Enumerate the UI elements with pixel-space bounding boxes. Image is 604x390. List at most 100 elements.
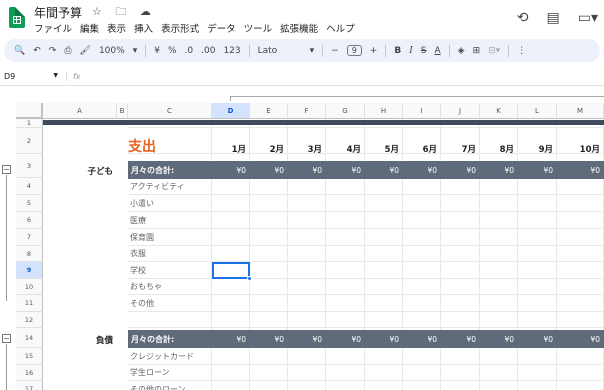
- menu-view[interactable]: 表示: [107, 21, 126, 35]
- grid-cell[interactable]: [480, 212, 518, 229]
- grid-cell[interactable]: [441, 178, 480, 195]
- grid-cell[interactable]: [250, 195, 288, 212]
- currency-format-button[interactable]: ¥: [154, 46, 160, 56]
- text-color-button[interactable]: A: [435, 46, 441, 56]
- redo-icon[interactable]: ↷: [49, 46, 57, 56]
- row-header-15[interactable]: 15: [16, 348, 43, 365]
- grid-cell[interactable]: [403, 348, 441, 365]
- grid-cell[interactable]: [441, 348, 480, 365]
- grid-cell[interactable]: [403, 365, 441, 381]
- grid-cell[interactable]: [403, 295, 441, 312]
- grid-cell[interactable]: [250, 279, 288, 295]
- grid-cell[interactable]: [365, 279, 403, 295]
- row-header-16[interactable]: 16: [16, 365, 43, 381]
- grid-cell[interactable]: [288, 246, 326, 262]
- paint-format-icon[interactable]: 🖌: [80, 46, 91, 56]
- grid-cell[interactable]: [250, 262, 288, 279]
- increase-font-size-button[interactable]: +: [370, 46, 378, 56]
- decrease-font-size-button[interactable]: −: [331, 46, 339, 56]
- history-icon[interactable]: ⟲: [517, 10, 529, 26]
- grid-cell[interactable]: [250, 212, 288, 229]
- grid-cell[interactable]: [518, 312, 557, 328]
- grid-cell[interactable]: [288, 295, 326, 312]
- grid-cell[interactable]: [403, 195, 441, 212]
- row-header-11[interactable]: 11: [16, 295, 43, 312]
- undo-icon[interactable]: ↶: [33, 46, 41, 56]
- decrease-decimal-button[interactable]: .0: [185, 46, 194, 56]
- column-header-e[interactable]: E: [250, 103, 288, 119]
- grid-cell[interactable]: [288, 212, 326, 229]
- menu-file[interactable]: ファイル: [34, 21, 72, 35]
- grid-cell[interactable]: [365, 246, 403, 262]
- grid-cell[interactable]: [326, 295, 365, 312]
- grid-cell[interactable]: [212, 279, 250, 295]
- grid-cell[interactable]: [403, 246, 441, 262]
- grid-cell[interactable]: [403, 229, 441, 246]
- column-header-b[interactable]: B: [117, 103, 128, 119]
- grid-cell[interactable]: [557, 178, 604, 195]
- grid-cell[interactable]: [212, 178, 250, 195]
- menu-edit[interactable]: 編集: [80, 21, 99, 35]
- menu-format[interactable]: 表示形式: [161, 21, 199, 35]
- grid-cell[interactable]: [441, 381, 480, 390]
- grid-cell[interactable]: [250, 312, 288, 328]
- grid-cell[interactable]: [326, 212, 365, 229]
- grid-cell[interactable]: [403, 212, 441, 229]
- fill-handle[interactable]: [247, 276, 252, 281]
- grid-cell[interactable]: [441, 195, 480, 212]
- grid-cell[interactable]: [441, 312, 480, 328]
- grid-cell[interactable]: [326, 279, 365, 295]
- grid-cell[interactable]: [557, 262, 604, 279]
- more-formats-button[interactable]: 123: [223, 46, 240, 56]
- comment-icon[interactable]: ▤: [547, 10, 560, 26]
- grid-cell[interactable]: [326, 178, 365, 195]
- grid-cell[interactable]: [365, 348, 403, 365]
- row-header-1[interactable]: 1: [16, 119, 43, 128]
- grid-cell[interactable]: [250, 348, 288, 365]
- column-header-c[interactable]: C: [128, 103, 212, 119]
- grid-cell[interactable]: [518, 262, 557, 279]
- row-header-9[interactable]: 9: [16, 262, 43, 279]
- grid-cell[interactable]: [365, 312, 403, 328]
- grid-cell[interactable]: [403, 262, 441, 279]
- more-options-icon[interactable]: ⋮: [517, 46, 526, 56]
- grid-cell[interactable]: [480, 381, 518, 390]
- grid-cell[interactable]: [557, 246, 604, 262]
- grid-cell[interactable]: [441, 246, 480, 262]
- column-header-a[interactable]: A: [43, 103, 117, 119]
- grid-cell[interactable]: [288, 195, 326, 212]
- grid-cell[interactable]: [518, 178, 557, 195]
- column-header-i[interactable]: I: [403, 103, 441, 119]
- chevron-down-icon[interactable]: ▾: [133, 46, 138, 56]
- grid-cell[interactable]: [250, 381, 288, 390]
- grid-cell[interactable]: [212, 212, 250, 229]
- grid-cell[interactable]: [480, 178, 518, 195]
- row-header-8[interactable]: 8: [16, 246, 43, 262]
- grid-cell[interactable]: [326, 312, 365, 328]
- column-header-f[interactable]: F: [288, 103, 326, 119]
- zoom-select[interactable]: 100%: [99, 46, 125, 56]
- grid-cell[interactable]: [480, 295, 518, 312]
- column-header-h[interactable]: H: [365, 103, 403, 119]
- selected-cell[interactable]: [212, 262, 250, 279]
- row-header-12[interactable]: 12: [16, 312, 43, 328]
- grid-cell[interactable]: [557, 229, 604, 246]
- grid-cell[interactable]: [518, 365, 557, 381]
- video-icon[interactable]: ▭▾: [578, 10, 598, 26]
- grid-cell[interactable]: [326, 381, 365, 390]
- row-header-5[interactable]: 5: [16, 195, 43, 212]
- title-action-icons[interactable]: ☆ 🗀 ☁: [92, 3, 156, 22]
- grid-cell[interactable]: [518, 229, 557, 246]
- grid-cell[interactable]: [212, 365, 250, 381]
- grid-cell[interactable]: [212, 312, 250, 328]
- row-header-3[interactable]: 3: [16, 154, 43, 178]
- grid-cell[interactable]: [288, 381, 326, 390]
- italic-button[interactable]: I: [409, 46, 413, 56]
- search-icon[interactable]: 🔍: [14, 46, 25, 56]
- row-header-6[interactable]: 6: [16, 212, 43, 229]
- row-header-17[interactable]: 17: [16, 381, 43, 390]
- grid-cell[interactable]: [518, 212, 557, 229]
- grid-cell[interactable]: [212, 195, 250, 212]
- chevron-down-icon[interactable]: ▾: [310, 46, 315, 56]
- fill-color-icon[interactable]: ◈: [458, 46, 465, 56]
